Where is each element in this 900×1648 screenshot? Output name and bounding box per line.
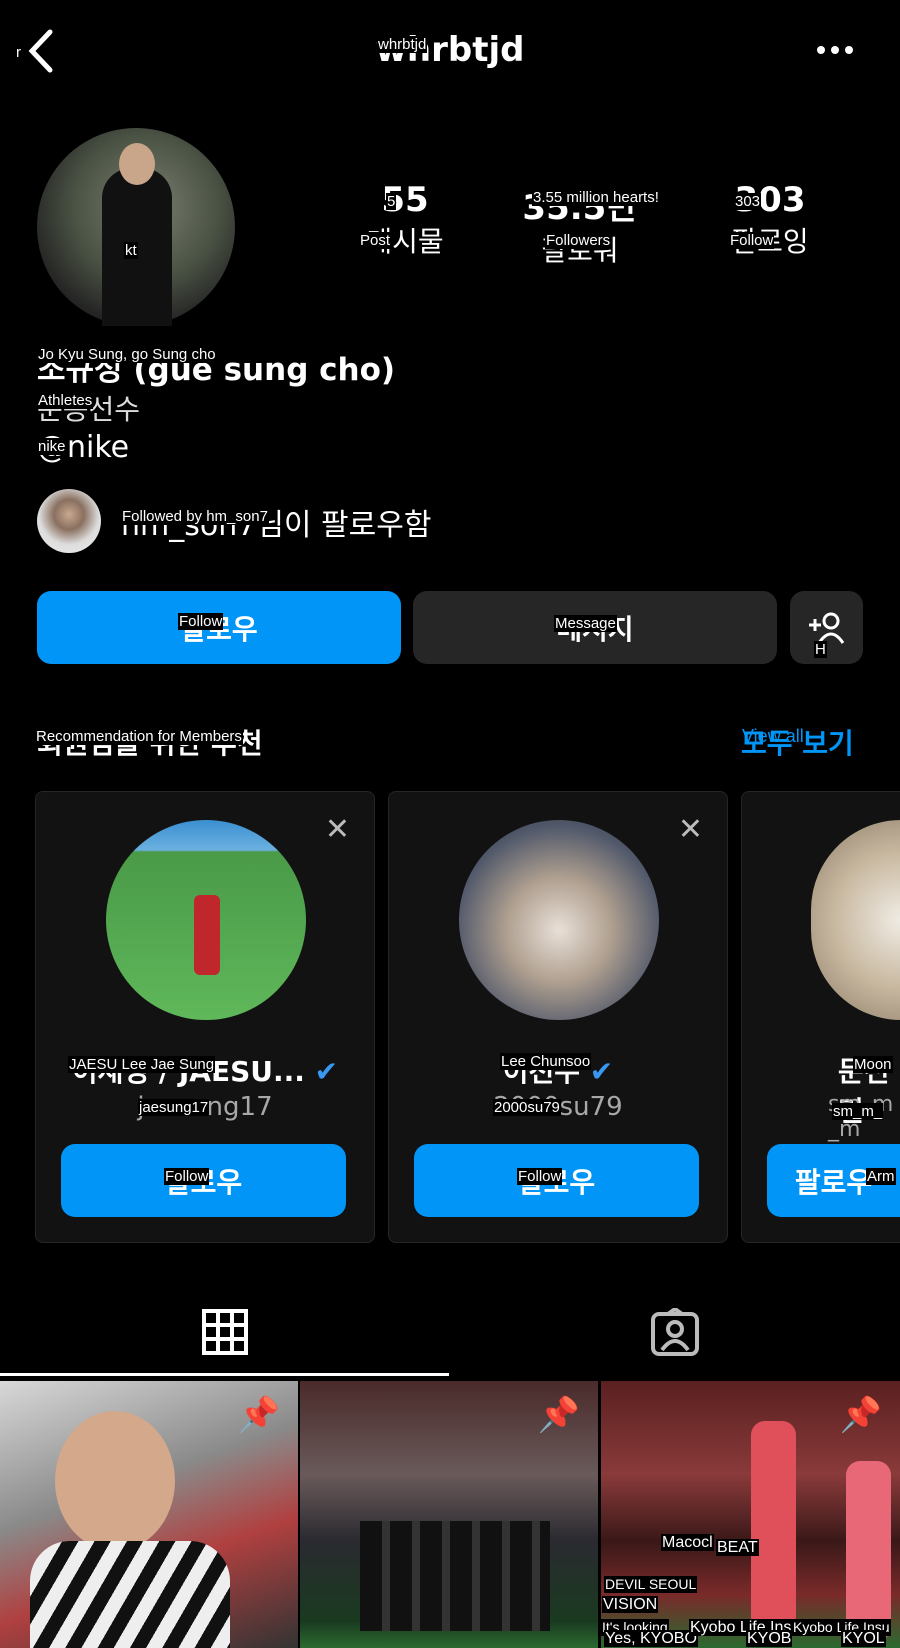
tagged-person-icon: [650, 1308, 699, 1356]
avatar-overlay: kt: [124, 242, 138, 259]
followed-by-overlay: Followed by hm_son7: [121, 508, 269, 525]
dismiss-suggestion-button[interactable]: ✕: [325, 812, 350, 847]
view-all-overlay: View all: [742, 726, 804, 746]
profile-username-title: whrbtjd: [375, 30, 525, 70]
post-thumbnail[interactable]: 📌: [300, 1381, 598, 1648]
name-overlay: Jo Kyu Sung, go Sung cho: [37, 346, 217, 363]
card-name-overlay: JAESU Lee Jae Sung: [68, 1056, 216, 1073]
pin-icon: 📌: [237, 1395, 280, 1435]
follow-overlay: Follow: [178, 613, 224, 630]
card-username-overlay: jaesung17: [138, 1099, 210, 1116]
suggestion-avatar[interactable]: [811, 820, 900, 1020]
pin-icon: 📌: [537, 1395, 580, 1435]
photo-overlay: VISION: [602, 1596, 659, 1613]
stat-value-overlay: 303: [734, 193, 762, 210]
stat-value-overlay: 5: [386, 193, 397, 210]
photo-overlay: DEVIL SEOUL: [604, 1576, 698, 1593]
pin-icon: 📌: [839, 1395, 882, 1435]
post-thumbnail[interactable]: 📌: [0, 1381, 298, 1648]
stat-label-overlay: Follow: [729, 232, 775, 249]
card-username-overlay: sm_m_: [832, 1103, 884, 1120]
link-overlay: nike: [37, 438, 67, 455]
grid-icon: [201, 1308, 248, 1355]
photo-overlay: KYOL: [841, 1630, 886, 1647]
card-name-overlay: Lee Chunsoo: [500, 1053, 592, 1070]
add-person-icon: [808, 612, 844, 644]
photo-overlay: KYOB: [746, 1630, 793, 1647]
category-overlay: Athletes: [37, 392, 94, 409]
stat-label-overlay: Post: [359, 232, 392, 249]
stat-value-overlay: 3.55 million hearts!: [532, 189, 660, 206]
verified-badge-icon: ✔: [314, 1055, 339, 1088]
more-horizontal-icon: [817, 46, 853, 54]
suggestions-title-overlay: Recommendation for Members: [35, 728, 243, 745]
card-follow-overlay: Follow: [164, 1168, 210, 1185]
add-overlay: H: [814, 641, 827, 658]
tab-tagged[interactable]: [449, 1290, 900, 1376]
message-overlay: Message: [554, 615, 617, 632]
back-overlay: r: [15, 44, 22, 61]
tab-posts-grid[interactable]: [0, 1290, 449, 1376]
card-follow-overlay: Arm: [866, 1168, 896, 1185]
photo-overlay: BEAT: [716, 1539, 759, 1556]
verified-badge-icon: ✔: [589, 1055, 614, 1088]
dismiss-suggestion-button[interactable]: ✕: [678, 812, 703, 847]
follow-label: 팔로우: [794, 1165, 873, 1199]
suggestion-avatar[interactable]: [459, 820, 659, 1020]
profile-avatar[interactable]: [37, 128, 235, 326]
stat-label-overlay: Followers: [545, 232, 612, 249]
stat-value: 55: [381, 180, 429, 220]
photo-overlay: Macocl: [661, 1534, 714, 1551]
username-overlay: whrbtjd: [377, 36, 428, 53]
mutual-follower-avatar[interactable]: [37, 489, 101, 553]
card-username-overlay: 2000su79: [493, 1099, 561, 1116]
more-options-button[interactable]: [815, 40, 855, 60]
photo-overlay: Yes, KYOBO: [604, 1630, 698, 1647]
suggestion-avatar[interactable]: [106, 820, 306, 1020]
card-name-overlay: Moon: [853, 1056, 893, 1073]
stat-value: 303: [734, 180, 806, 220]
stat-label: 게시물: [366, 225, 444, 258]
stat-posts[interactable]: 55 게시물: [335, 180, 475, 260]
card-follow-overlay: Follow: [517, 1168, 563, 1185]
